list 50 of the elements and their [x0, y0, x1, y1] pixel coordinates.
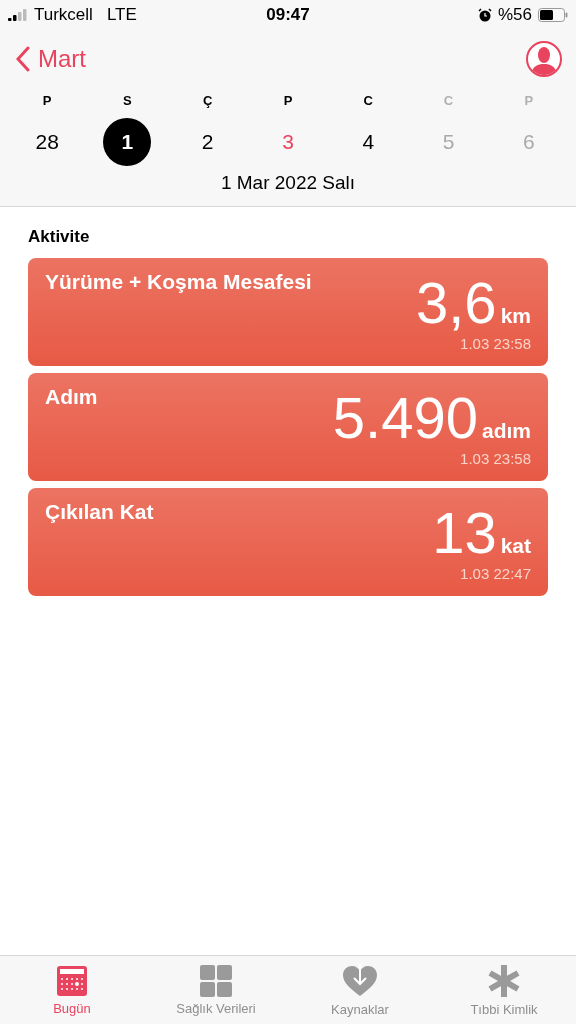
timestamp: 1.03 23:58 — [460, 450, 531, 467]
metric-unit: adım — [482, 419, 531, 443]
metric-value: 13 — [432, 505, 497, 561]
timestamp: 1.03 23:58 — [460, 335, 531, 352]
network-type: LTE — [106, 5, 137, 25]
activity-card[interactable]: Çıkılan Kat 13 kat 1.03 22:47 — [28, 488, 548, 596]
metric-unit: km — [500, 304, 531, 328]
person-silhouette-icon — [531, 45, 557, 75]
grid-icon — [200, 964, 232, 997]
tab-bar-item[interactable]: Bugün — [0, 956, 144, 1024]
weekday-label: Ç — [203, 92, 213, 110]
metric-value: 3,6 — [416, 275, 497, 331]
timestamp: 1.03 22:47 — [460, 565, 531, 582]
weekday-label: P — [42, 92, 52, 110]
day-number[interactable]: 1 — [103, 118, 152, 166]
back-button[interactable]: Mart — [16, 45, 86, 73]
metric-unit: kat — [500, 534, 531, 558]
calendar-icon — [56, 964, 88, 997]
selected-date: 1 Mar 2022 Salı — [220, 172, 356, 193]
heart-download-icon — [342, 963, 378, 998]
tab-bar-item[interactable]: Kaynaklar — [288, 956, 432, 1024]
signal-icon — [8, 9, 30, 21]
card-title: Çıkılan Kat — [45, 500, 154, 525]
day-number[interactable]: 5 — [424, 118, 473, 166]
carrier-name: Turkcell — [34, 5, 93, 25]
battery-percent: %56 — [497, 5, 532, 25]
battery-icon — [538, 8, 568, 22]
day-number[interactable]: 4 — [344, 118, 393, 166]
profile-button[interactable] — [526, 41, 562, 77]
weekday-label: P — [283, 92, 293, 110]
metric-value: 5.490 — [332, 390, 478, 446]
day-number[interactable]: 28 — [23, 118, 72, 166]
activity-card[interactable]: Adım 5.490 adım 1.03 23:58 — [28, 373, 548, 481]
weekday-label: C — [363, 92, 373, 110]
day-number[interactable]: 6 — [504, 118, 553, 166]
day-number[interactable]: 3 — [264, 118, 312, 166]
weekday-label: P — [524, 92, 534, 110]
weekday-label: C — [443, 92, 454, 110]
chevron-left-icon — [16, 46, 30, 72]
tab-bar-item[interactable]: Sağlık Verileri — [144, 956, 288, 1024]
alarm-clock-icon — [477, 8, 492, 22]
tab-bar-item[interactable]: Tıbbi Kimlik — [432, 956, 576, 1024]
card-title: Yürüme + Koşma Mesafesi — [45, 270, 312, 295]
weekday-label: S — [123, 92, 132, 110]
day-number[interactable]: 2 — [183, 118, 232, 166]
asterisk-icon — [487, 963, 521, 998]
card-title: Adım — [45, 385, 98, 410]
activity-card[interactable]: Yürüme + Koşma Mesafesi 3,6 km 1.03 23:58 — [28, 258, 548, 366]
section-title: Aktivite — [28, 227, 91, 247]
clock-time: 09:47 — [265, 5, 311, 25]
